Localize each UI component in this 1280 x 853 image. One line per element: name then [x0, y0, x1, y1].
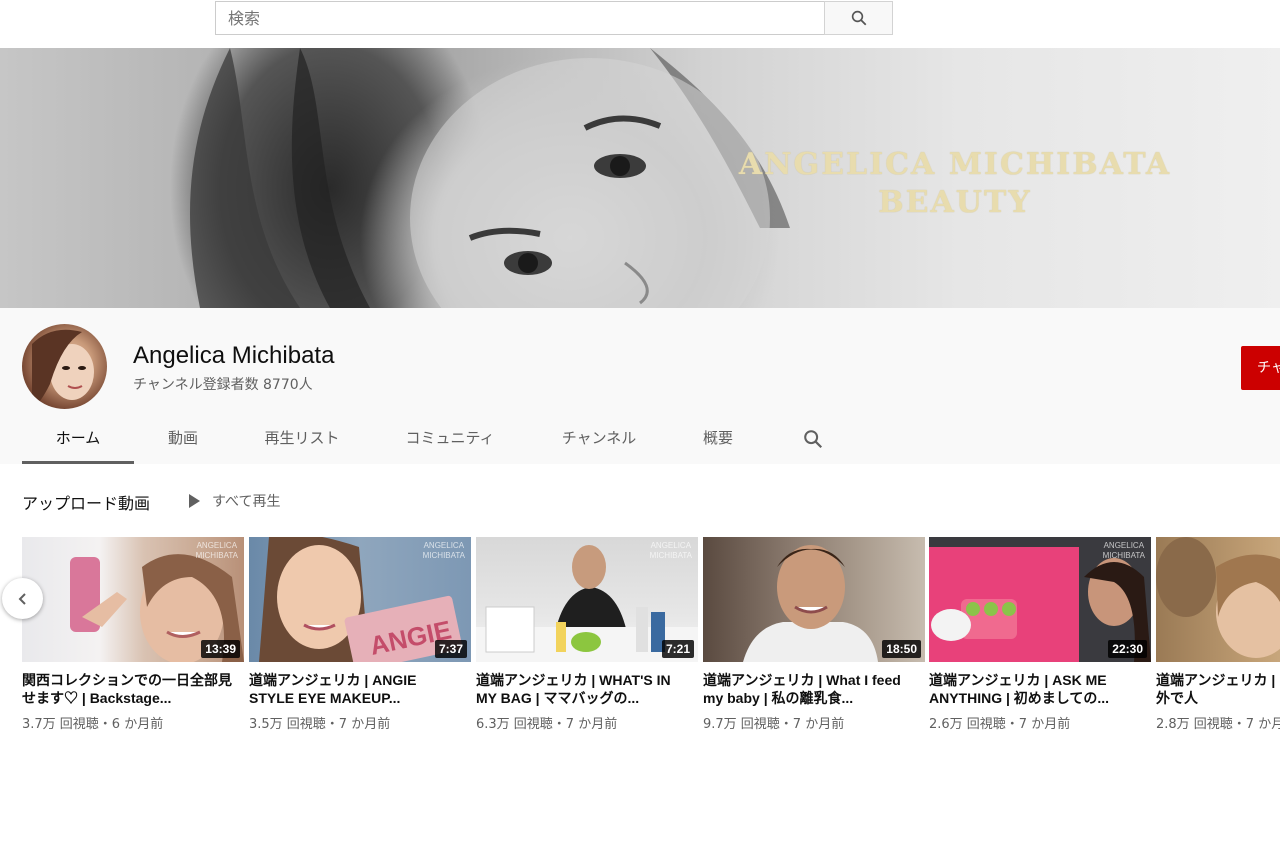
video-meta: 3.5万 回視聴・7 か月前 — [249, 717, 391, 732]
thumbnail-image — [1156, 537, 1280, 658]
video-thumbnail[interactable]: ANGELICA MICHIBATA 22:30 — [929, 537, 1151, 662]
video-title[interactable]: 道端アンジェリカ | ANGIE STYLE EYE MAKEUP... — [249, 671, 459, 707]
uploads-section-title[interactable]: アップロード動画 — [22, 490, 150, 514]
video-title[interactable]: 道端アンジェリカ | ASK ME ANYTHING | 初めましての... — [929, 671, 1139, 707]
avatar-image — [32, 329, 94, 409]
video-thumbnail[interactable]: ANGELICA MICHIBATA 13:39 — [22, 537, 244, 662]
chevron-left-icon — [18, 592, 26, 605]
tab-channels[interactable]: チャンネル — [552, 416, 646, 464]
tab-videos[interactable]: 動画 — [152, 416, 214, 464]
channel-header: Angelica Michibata チャンネル登録者数 8770人 チャ ホー… — [0, 308, 1280, 464]
video-meta: 3.7万 回視聴・6 か月前 — [22, 717, 164, 732]
youtube-channel-page: ANGELICA MICHIBATA BEAUTY Angelica Michi… — [0, 0, 1280, 853]
video-meta: 2.8万 回視聴・7 か月前 — [1156, 717, 1280, 732]
video-thumbnail[interactable] — [1156, 537, 1280, 662]
video-watermark: ANGELICA MICHIBATA — [649, 541, 692, 560]
search-icon — [851, 10, 866, 26]
channel-search-icon[interactable] — [802, 428, 824, 450]
video-watermark: ANGELICA MICHIBATA — [1102, 541, 1145, 560]
top-bar — [0, 0, 1280, 48]
video-meta: 2.6万 回視聴・7 か月前 — [929, 717, 1071, 732]
search-input[interactable] — [215, 1, 825, 35]
video-watermark: ANGELICA MICHIBATA — [422, 541, 465, 560]
banner-title-line1: ANGELICA MICHIBATA — [738, 147, 1172, 182]
channel-name: Angelica Michibata — [133, 342, 335, 369]
banner-title-line2: BEAUTY — [878, 185, 1032, 220]
channel-banner: ANGELICA MICHIBATA BEAUTY — [0, 48, 1280, 308]
video-thumbnail[interactable]: 18:50 — [703, 537, 925, 662]
tab-about[interactable]: 概要 — [692, 416, 744, 464]
tab-community[interactable]: コミュニティ — [396, 416, 504, 464]
uploads-shelf: ANGELICA MICHIBATA 13:39 関西コレクションでの一日全部見せ… — [0, 537, 1280, 737]
video-meta: 9.7万 回視聴・7 か月前 — [703, 717, 845, 732]
video-card[interactable]: ANGIE ANGELICA MICHIBATA 7:37 道端アンジェリカ | … — [249, 537, 471, 732]
video-thumbnail[interactable]: ANGIE ANGELICA MICHIBATA 7:37 — [249, 537, 471, 662]
video-title[interactable]: 関西コレクションでの一日全部見せます♡ | Backstage... — [22, 671, 232, 707]
play-icon — [189, 494, 200, 508]
video-thumbnail[interactable]: ANGELICA MICHIBATA 7:21 — [476, 537, 698, 662]
video-card[interactable]: ANGELICA MICHIBATA 7:21 道端アンジェリカ | WHAT'S… — [476, 537, 698, 732]
tab-playlists[interactable]: 再生リスト — [252, 416, 352, 464]
video-duration: 13:39 — [201, 640, 240, 658]
video-card[interactable]: ANGELICA MICHIBATA 22:30 道端アンジェリカ | ASK M… — [929, 537, 1151, 732]
video-title[interactable]: 道端アンジェリカ | What I feed my baby | 私の離乳食..… — [703, 671, 913, 707]
video-watermark: ANGELICA MICHIBATA — [195, 541, 238, 560]
video-card[interactable]: 道端アンジェリカ | MY HAIR |海外で人 2.8万 回視聴・7 か月前 — [1156, 537, 1280, 732]
video-duration: 22:30 — [1108, 640, 1147, 658]
video-duration: 7:37 — [434, 640, 467, 658]
banner-title: ANGELICA MICHIBATA BEAUTY — [700, 146, 1210, 222]
video-duration: 18:50 — [882, 640, 921, 658]
search-button[interactable] — [824, 1, 893, 35]
video-card[interactable]: 18:50 道端アンジェリカ | What I feed my baby | 私… — [703, 537, 925, 732]
video-meta: 6.3万 回視聴・7 か月前 — [476, 717, 618, 732]
channel-tabs: ホーム 動画 再生リスト コミュニティ チャンネル 概要 — [0, 416, 1280, 464]
play-all-button[interactable]: すべて再生 — [188, 491, 280, 511]
channel-avatar[interactable] — [22, 324, 107, 409]
subscriber-count: チャンネル登録者数 8770人 — [133, 377, 313, 393]
video-duration: 7:21 — [661, 640, 694, 658]
video-title[interactable]: 道端アンジェリカ | WHAT'S IN MY BAG | ママバッグの... — [476, 671, 686, 707]
video-card[interactable]: ANGELICA MICHIBATA 13:39 関西コレクションでの一日全部見せ… — [22, 537, 244, 732]
video-title[interactable]: 道端アンジェリカ | MY HAIR |海外で人 — [1156, 671, 1280, 707]
subscribe-button[interactable]: チャ — [1241, 346, 1280, 390]
play-all-label: すべて再生 — [212, 494, 281, 510]
shelf-prev-button[interactable] — [2, 578, 43, 619]
tab-home[interactable]: ホーム — [22, 416, 134, 464]
